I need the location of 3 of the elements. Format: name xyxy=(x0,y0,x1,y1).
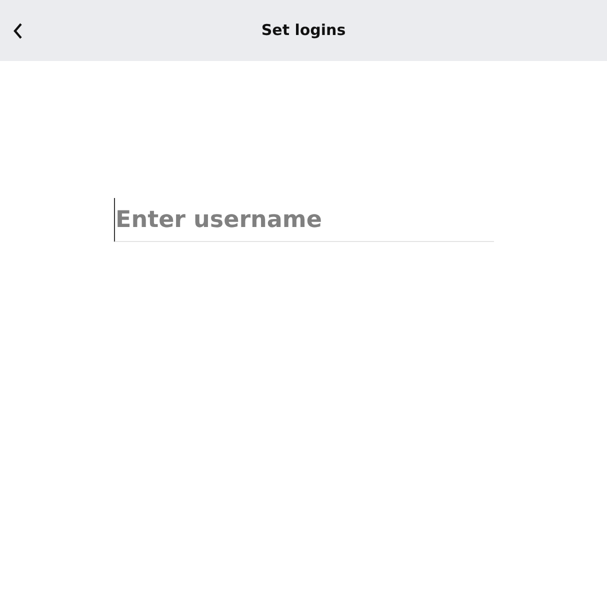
screen-title: Set logins xyxy=(261,20,346,42)
username-field[interactable]: Enter username xyxy=(114,198,494,242)
back-icon xyxy=(13,22,23,38)
